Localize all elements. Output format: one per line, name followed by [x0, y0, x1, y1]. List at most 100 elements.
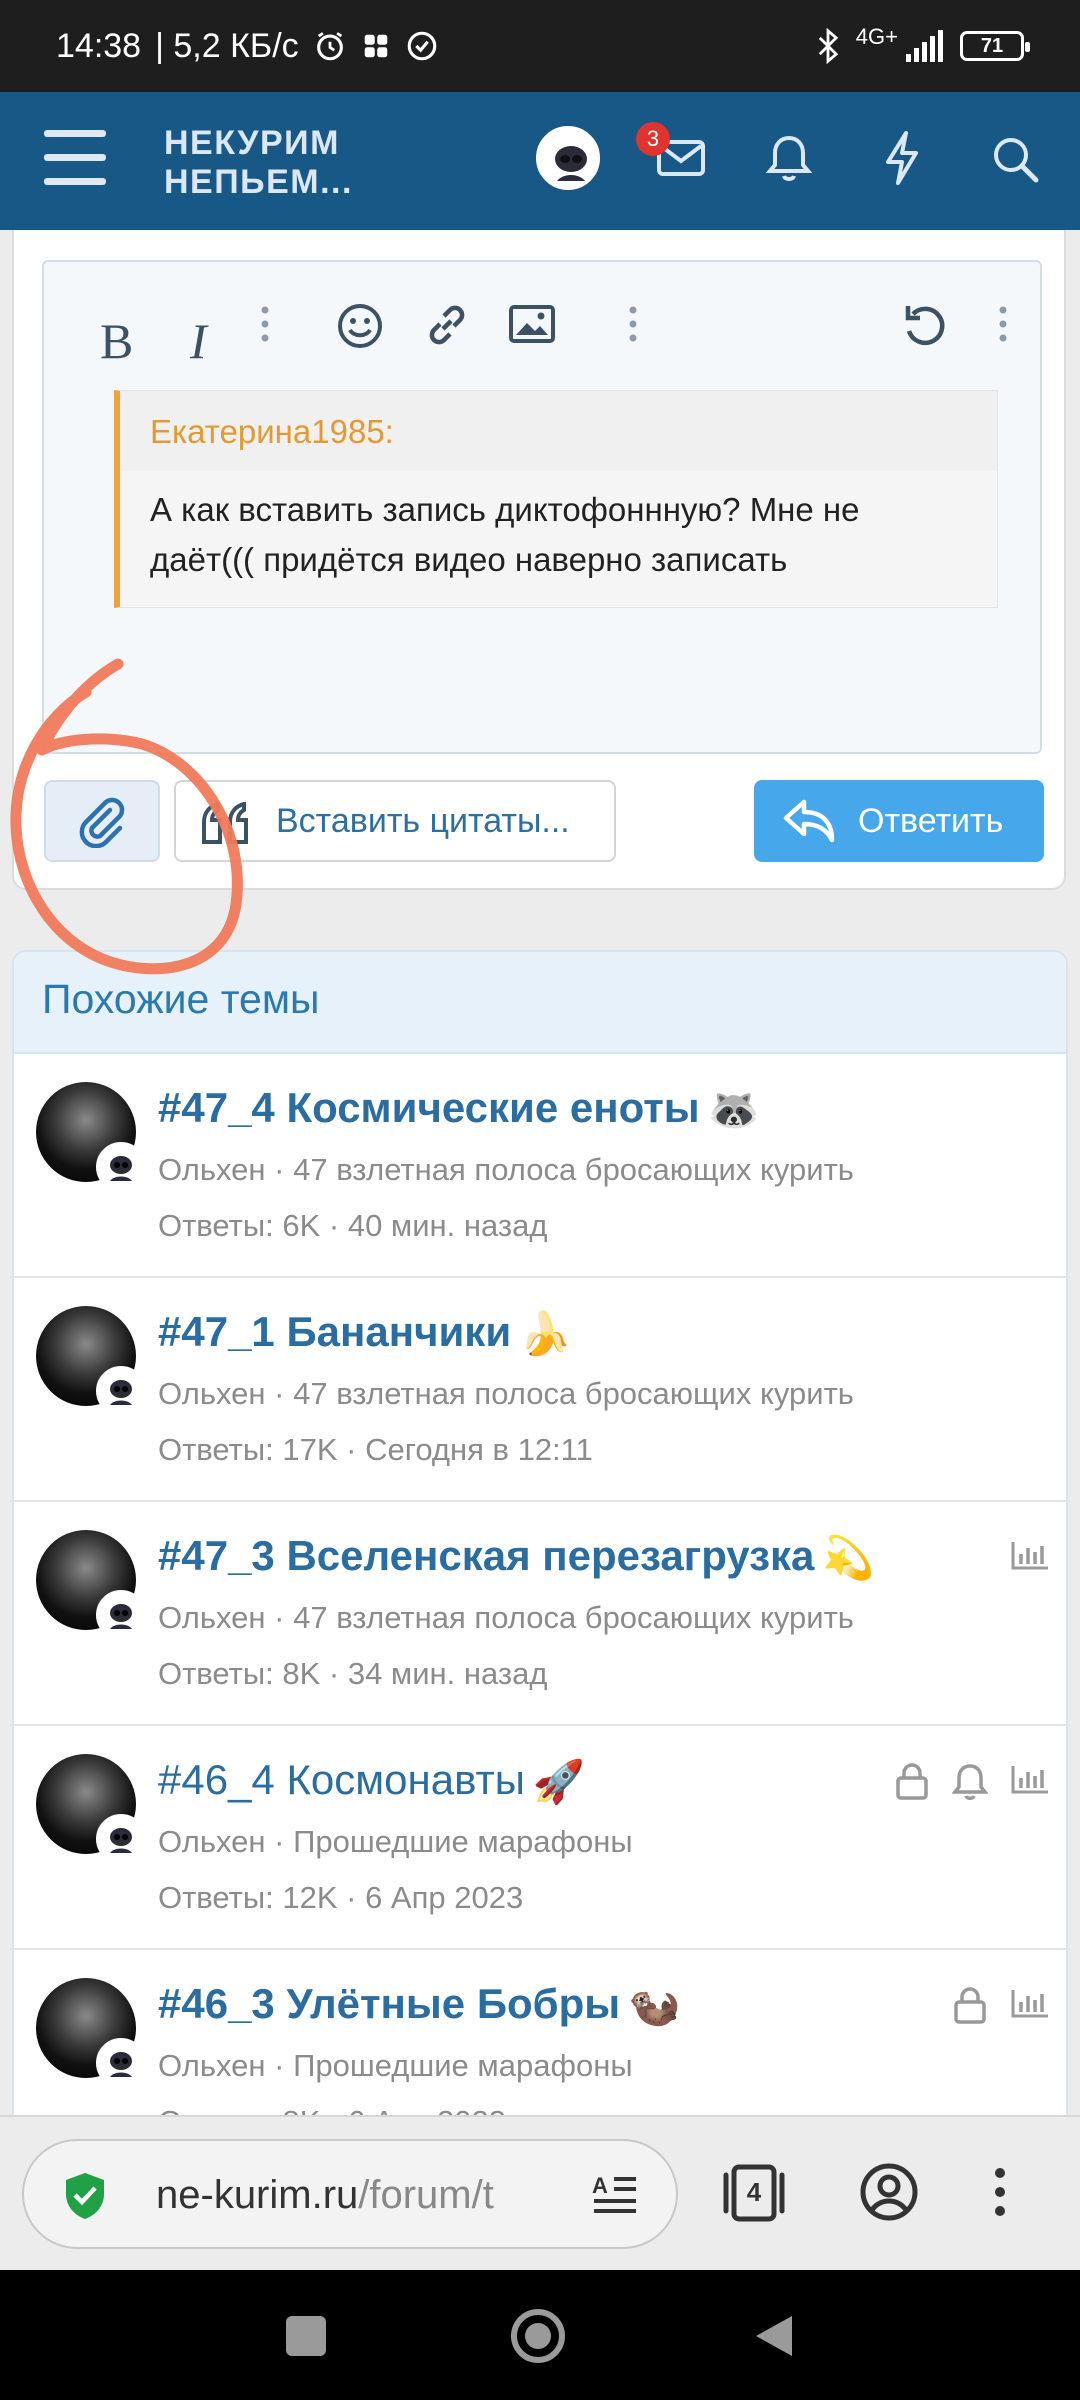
url-text[interactable]: ne-kurim.ru/forum/t	[156, 2173, 576, 2218]
thread-title[interactable]: #47_4 Космические еноты 🦝	[158, 1084, 760, 1135]
thread-title[interactable]: #47_3 Вселенская перезагрузка 💫	[158, 1532, 875, 1583]
thread-author[interactable]: Ольхен	[158, 1824, 266, 1859]
thread-row[interactable]: #47_3 Вселенская перезагрузка 💫 Ольхен · 4…	[14, 1502, 1066, 1726]
status-speed: | 5,2 КБ/с	[155, 26, 299, 65]
bell-icon[interactable]	[766, 132, 812, 184]
menu-icon[interactable]	[44, 130, 106, 186]
thread-row[interactable]: #46_4 Космонавты 🚀 Ольхен · Прошедшие мара…	[14, 1726, 1066, 1950]
thread-title[interactable]: #46_4 Космонавты 🚀	[158, 1756, 585, 1807]
thread-author[interactable]: Ольхен	[158, 1152, 266, 1187]
thread-last-time[interactable]: 6 Апр 2023	[365, 1880, 523, 1915]
thread-status-icons	[1010, 1538, 1050, 1577]
meta-separator: ·	[320, 1656, 348, 1691]
italic-button[interactable]: I	[190, 312, 207, 370]
thread-forum[interactable]: Прошедшие марафоны	[293, 2048, 633, 2083]
thread-replies: Ответы: 8K	[158, 1656, 321, 1691]
thread-last-poster-avatar[interactable]	[96, 1814, 146, 1864]
thread-stats: Ответы: 17K · Сегодня в 12:11	[158, 1432, 593, 1468]
site-header: НЕКУРИМ НЕПЬЕМ... 3	[0, 92, 1080, 230]
back-button[interactable]	[752, 2312, 796, 2360]
annotation-circle	[10, 658, 243, 975]
thread-emoji: 🚀	[532, 1758, 586, 1806]
status-time: 14:38	[56, 26, 142, 65]
thread-last-time[interactable]: 40 мин. назад	[348, 1208, 548, 1243]
thread-emoji: 💫	[822, 1534, 875, 1582]
thread-last-poster-avatar[interactable]	[96, 1142, 146, 1192]
bold-button[interactable]: B	[100, 312, 133, 370]
thread-author[interactable]: Ольхен	[158, 1600, 266, 1635]
reply-label: Ответить	[858, 801, 1004, 840]
thread-forum[interactable]: Прошедшие марафоны	[293, 1824, 633, 1859]
thread-forum[interactable]: 47 взлетная полоса бросающих курить	[293, 1376, 854, 1411]
thread-row[interactable]: #47_4 Космические еноты 🦝 Ольхен · 47 взле…	[14, 1054, 1066, 1278]
quote-author[interactable]: Екатерина1985:	[120, 391, 997, 471]
thread-row[interactable]: #47_1 Бананчики 🍌 Ольхен · 47 взлетная пол…	[14, 1278, 1066, 1502]
thread-replies: Ответы: 6K	[158, 1208, 321, 1243]
lock-icon	[894, 1762, 930, 1807]
lightning-icon[interactable]	[882, 130, 922, 186]
thread-stats: Ответы: 6K · 40 мин. назад	[158, 1208, 547, 1244]
thread-forum[interactable]: 47 взлетная полоса бросающих курить	[293, 1152, 854, 1187]
thread-title[interactable]: #47_1 Бананчики 🍌	[158, 1308, 571, 1359]
thread-meta: Ольхен · 47 взлетная полоса бросающих ку…	[158, 1600, 854, 1636]
thread-author[interactable]: Ольхен	[158, 2048, 266, 2083]
thread-last-time[interactable]: 34 мин. назад	[348, 1656, 548, 1691]
reply-button[interactable]: Ответить	[754, 780, 1044, 862]
smiley-icon[interactable]	[336, 302, 384, 350]
meta-separator: ·	[265, 1152, 294, 1187]
thread-last-poster-avatar[interactable]	[96, 2038, 146, 2088]
home-button[interactable]	[508, 2306, 568, 2366]
thread-emoji: 🍌	[519, 1310, 572, 1358]
link-icon[interactable]	[422, 300, 472, 350]
thread-meta: Ольхен · 47 взлетная полоса бросающих ку…	[158, 1376, 854, 1412]
messages-badge: 3	[636, 122, 670, 156]
more-vertical-icon[interactable]	[626, 302, 640, 346]
meta-separator: ·	[265, 1376, 294, 1411]
search-icon[interactable]	[990, 134, 1040, 184]
check-circle-icon	[407, 31, 436, 61]
network-type: 4G+	[855, 24, 898, 49]
reply-icon	[783, 799, 835, 843]
shield-check-icon[interactable]	[62, 2171, 108, 2221]
quoted-message: Екатерина1985: А как вставить запись дик…	[114, 390, 998, 608]
image-icon[interactable]	[508, 304, 556, 344]
thread-title[interactable]: #46_3 Улётные Бобры 🦦	[158, 1980, 680, 2031]
thread-replies: Ответы: 12K	[158, 1880, 338, 1915]
thread-stats: Ответы: 8K · 34 мин. назад	[158, 1656, 547, 1692]
more-vertical-icon[interactable]	[990, 2161, 1010, 2223]
browser-toolbar: ne-kurim.ru/forum/t A 4	[0, 2115, 1080, 2273]
thread-last-time[interactable]: Сегодня в 12:11	[365, 1432, 593, 1467]
undo-icon[interactable]	[900, 300, 950, 350]
thread-last-poster-avatar[interactable]	[96, 1366, 146, 1416]
battery-indicator: 71	[960, 31, 1030, 61]
meta-separator: ·	[337, 1432, 366, 1467]
logo-line-2: НЕПЬЕМ...	[164, 163, 353, 201]
thread-last-poster-avatar[interactable]	[96, 1590, 146, 1640]
logo-line-1: НЕКУРИМ	[164, 124, 340, 162]
thread-author[interactable]: Ольхен	[158, 1376, 266, 1411]
svg-text:A: A	[592, 2173, 608, 2198]
system-nav-bar	[0, 2270, 1080, 2400]
account-icon[interactable]	[858, 2161, 920, 2223]
thread-replies: Ответы: 17K	[158, 1432, 338, 1467]
recents-button[interactable]	[286, 2316, 326, 2356]
meta-separator: ·	[265, 1600, 294, 1635]
more-vertical-icon[interactable]	[996, 302, 1010, 346]
insert-quotes-label: Вставить цитаты...	[276, 801, 570, 840]
tab-count: 4	[746, 2177, 762, 2207]
chart-icon	[1010, 1762, 1050, 1807]
tabs-button[interactable]: 4	[720, 2161, 788, 2225]
thread-emoji: 🦝	[707, 1086, 760, 1134]
reader-mode-icon[interactable]: A	[590, 2171, 640, 2217]
more-vertical-icon[interactable]	[258, 302, 272, 346]
meta-separator: ·	[337, 1880, 366, 1915]
address-bar[interactable]: ne-kurim.ru/forum/t A	[22, 2139, 678, 2249]
signal-icon	[906, 30, 943, 62]
apps-icon	[364, 34, 387, 58]
thread-stats: Ответы: 12K · 6 Апр 2023	[158, 1880, 523, 1916]
thread-forum[interactable]: 47 взлетная полоса бросающих курить	[293, 1600, 854, 1635]
thread-meta: Ольхен · Прошедшие марафоны	[158, 1824, 633, 1860]
user-avatar[interactable]	[536, 126, 600, 190]
site-logo[interactable]: НЕКУРИМ НЕПЬЕМ...	[164, 124, 353, 202]
alarm-icon	[316, 32, 343, 61]
